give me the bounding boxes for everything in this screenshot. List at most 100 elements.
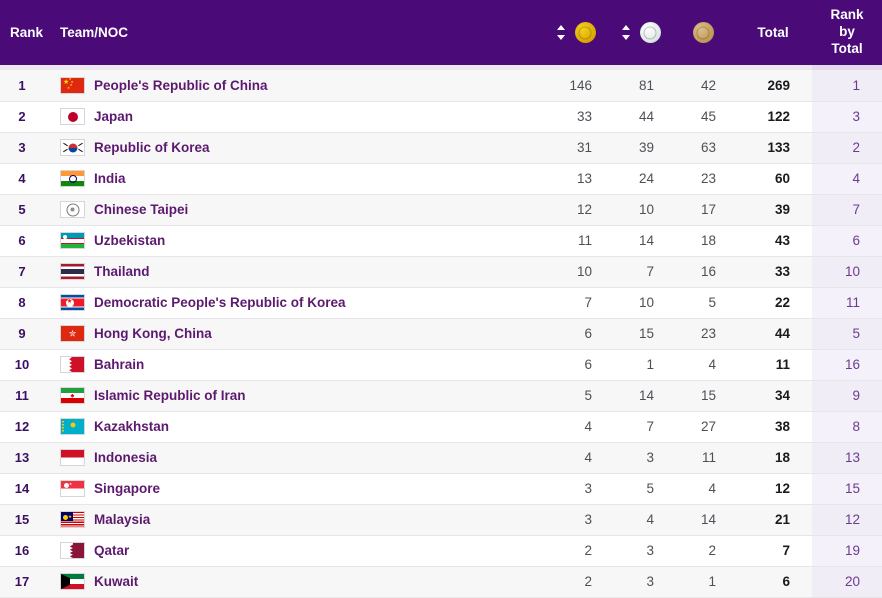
- cell-rank: 16: [0, 535, 52, 566]
- bronze-medal-icon: [693, 22, 714, 43]
- cell-bronze: 16: [672, 256, 734, 287]
- column-header-silver[interactable]: [610, 0, 672, 65]
- cell-rank-by-total: 2: [812, 132, 882, 163]
- cell-silver: 81: [610, 70, 672, 101]
- column-header-gold[interactable]: [542, 0, 610, 65]
- cell-gold: 4: [542, 411, 610, 442]
- cell-team-noc[interactable]: Uzbekistan: [52, 225, 542, 256]
- table-row[interactable]: 2Japan3344451223: [0, 101, 882, 132]
- cell-rank-by-total: 19: [812, 535, 882, 566]
- column-header-total[interactable]: Total: [734, 0, 812, 65]
- cell-gold: 10: [542, 256, 610, 287]
- cell-rank: 5: [0, 194, 52, 225]
- table-row[interactable]: 14★Singapore3541215: [0, 473, 882, 504]
- cell-team-noc[interactable]: Kuwait: [52, 566, 542, 597]
- table-row[interactable]: 8★Democratic People's Republic of Korea7…: [0, 287, 882, 318]
- team-name: Islamic Republic of Iran: [94, 388, 246, 403]
- cell-team-noc[interactable]: Japan: [52, 101, 542, 132]
- cell-team-noc[interactable]: ★Singapore: [52, 473, 542, 504]
- cell-rank: 3: [0, 132, 52, 163]
- cell-gold: 5: [542, 380, 610, 411]
- cell-total: 133: [734, 132, 812, 163]
- table-row[interactable]: 11◆Islamic Republic of Iran51415349: [0, 380, 882, 411]
- cell-team-noc[interactable]: ★Democratic People's Republic of Korea: [52, 287, 542, 318]
- cell-rank: 4: [0, 163, 52, 194]
- flag-icon-kwt: [60, 573, 85, 590]
- table-row[interactable]: 3Republic of Korea3139631332: [0, 132, 882, 163]
- cell-rank: 8: [0, 287, 52, 318]
- cell-silver: 3: [610, 535, 672, 566]
- cell-team-noc[interactable]: ★★★★★People's Republic of China: [52, 70, 542, 101]
- cell-rank: 14: [0, 473, 52, 504]
- cell-silver: 5: [610, 473, 672, 504]
- team-name: Japan: [94, 109, 133, 124]
- flag-icon-hkg: ✮: [60, 325, 85, 342]
- cell-gold: 3: [542, 473, 610, 504]
- flag-icon-tpe: [60, 201, 85, 218]
- cell-rank: 11: [0, 380, 52, 411]
- cell-rank: 7: [0, 256, 52, 287]
- flag-icon-kor: [60, 139, 85, 156]
- table-row[interactable]: 15★Malaysia34142112: [0, 504, 882, 535]
- column-header-team-noc[interactable]: Team/NOC: [52, 0, 542, 65]
- table-row[interactable]: 12Kazakhstan4727388: [0, 411, 882, 442]
- sort-updown-icon[interactable]: [557, 25, 566, 40]
- table-row[interactable]: 10Bahrain6141116: [0, 349, 882, 380]
- table-row[interactable]: 4India132423604: [0, 163, 882, 194]
- cell-team-noc[interactable]: Qatar: [52, 535, 542, 566]
- cell-silver: 15: [610, 318, 672, 349]
- table-row[interactable]: 5Chinese Taipei121017397: [0, 194, 882, 225]
- column-header-rank-by-total[interactable]: Rank by Total: [812, 0, 882, 65]
- cell-bronze: 14: [672, 504, 734, 535]
- rank-by-total-line-3: Total: [818, 41, 876, 58]
- flag-icon-kaz: [60, 418, 85, 435]
- cell-team-noc[interactable]: Kazakhstan: [52, 411, 542, 442]
- column-header-bronze[interactable]: [672, 0, 734, 65]
- cell-rank-by-total: 7: [812, 194, 882, 225]
- cell-team-noc[interactable]: Republic of Korea: [52, 132, 542, 163]
- cell-team-noc[interactable]: ◆Islamic Republic of Iran: [52, 380, 542, 411]
- team-name: Kuwait: [94, 574, 138, 589]
- cell-silver: 7: [610, 256, 672, 287]
- cell-team-noc[interactable]: India: [52, 163, 542, 194]
- cell-gold: 146: [542, 70, 610, 101]
- team-name: India: [94, 171, 126, 186]
- cell-rank: 17: [0, 566, 52, 597]
- cell-silver: 3: [610, 566, 672, 597]
- table-row[interactable]: 6Uzbekistan111418436: [0, 225, 882, 256]
- cell-gold: 4: [542, 442, 610, 473]
- team-name: Kazakhstan: [94, 419, 169, 434]
- column-header-rank[interactable]: Rank: [0, 0, 52, 65]
- table-row[interactable]: 1★★★★★People's Republic of China14681422…: [0, 70, 882, 101]
- cell-rank: 9: [0, 318, 52, 349]
- rank-by-total-line-2: by: [818, 24, 876, 41]
- medal-standings-table: Rank Team/NOC Total Rank by: [0, 0, 882, 598]
- cell-silver: 10: [610, 194, 672, 225]
- cell-rank: 15: [0, 504, 52, 535]
- cell-team-noc[interactable]: Chinese Taipei: [52, 194, 542, 225]
- cell-bronze: 23: [672, 318, 734, 349]
- table-row[interactable]: 7Thailand107163310: [0, 256, 882, 287]
- cell-silver: 39: [610, 132, 672, 163]
- cell-rank: 6: [0, 225, 52, 256]
- cell-team-noc[interactable]: Indonesia: [52, 442, 542, 473]
- table-row[interactable]: 17Kuwait231620: [0, 566, 882, 597]
- cell-silver: 1: [610, 349, 672, 380]
- flag-icon-uzb: [60, 232, 85, 249]
- table-row[interactable]: 13Indonesia43111813: [0, 442, 882, 473]
- cell-gold: 12: [542, 194, 610, 225]
- cell-gold: 33: [542, 101, 610, 132]
- cell-team-noc[interactable]: Thailand: [52, 256, 542, 287]
- cell-bronze: 15: [672, 380, 734, 411]
- cell-team-noc[interactable]: ★Malaysia: [52, 504, 542, 535]
- cell-team-noc[interactable]: Bahrain: [52, 349, 542, 380]
- table-row[interactable]: 16Qatar232719: [0, 535, 882, 566]
- team-name: Indonesia: [94, 450, 157, 465]
- flag-icon-mys: ★: [60, 511, 85, 528]
- cell-rank: 2: [0, 101, 52, 132]
- cell-gold: 2: [542, 535, 610, 566]
- cell-team-noc[interactable]: ✮Hong Kong, China: [52, 318, 542, 349]
- cell-gold: 7: [542, 287, 610, 318]
- table-row[interactable]: 9✮Hong Kong, China61523445: [0, 318, 882, 349]
- sort-updown-icon[interactable]: [622, 25, 631, 40]
